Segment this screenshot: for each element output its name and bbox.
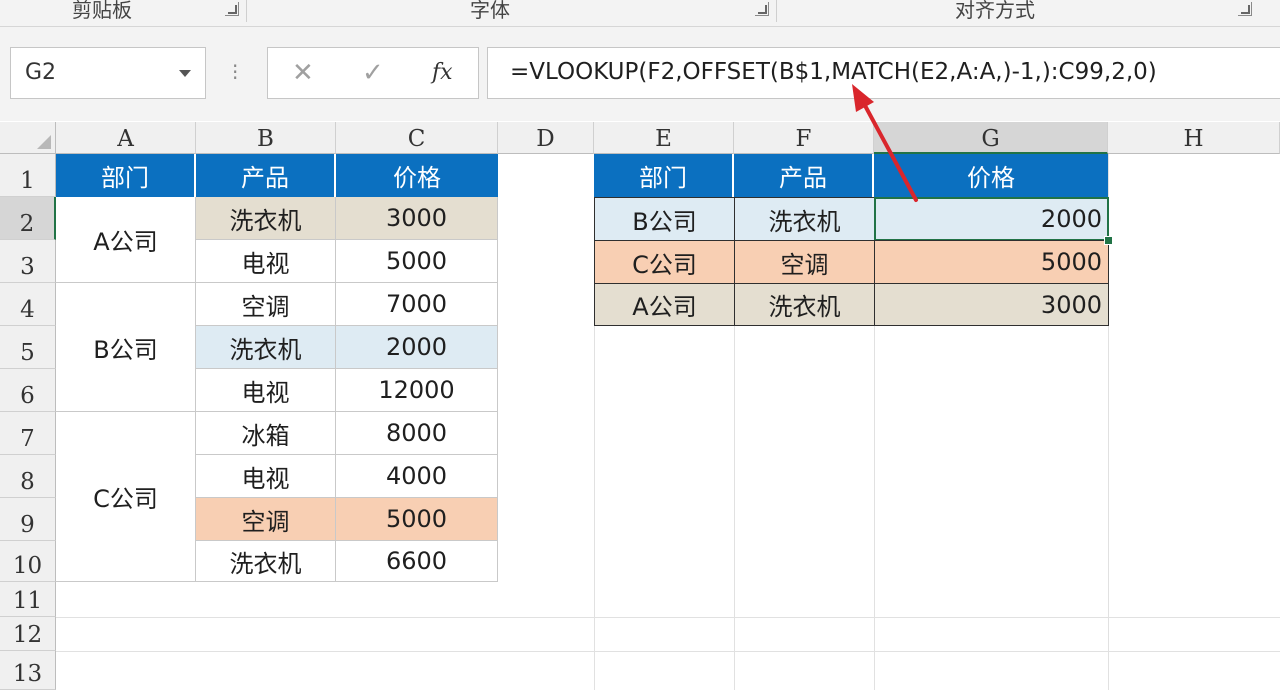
gridline	[56, 651, 1280, 652]
table2-dept[interactable]: A公司	[594, 283, 735, 326]
table1-price[interactable]: 3000	[336, 197, 498, 240]
row-header-label: 10	[12, 553, 43, 579]
table1-price[interactable]: 7000	[336, 283, 498, 326]
row-header-label: 13	[12, 661, 43, 687]
table1-header-dept[interactable]: 部门	[56, 154, 194, 197]
row-header-label: 1	[20, 168, 35, 194]
table2-header-product[interactable]: 产品	[734, 154, 872, 197]
table1-product[interactable]: 洗衣机	[196, 541, 336, 582]
table1-product[interactable]: 空调	[196, 498, 336, 541]
row-header-11[interactable]: 11	[0, 582, 56, 617]
chevron-down-icon[interactable]	[179, 70, 191, 77]
table1-dept-c[interactable]: C公司	[56, 412, 196, 582]
column-header-b[interactable]: B	[196, 122, 336, 154]
table1-product[interactable]: 电视	[196, 240, 336, 283]
table1-product[interactable]: 电视	[196, 369, 336, 412]
table2-product[interactable]: 洗衣机	[734, 283, 875, 326]
table1-price[interactable]: 5000	[336, 240, 498, 283]
table1-product[interactable]: 洗衣机	[196, 197, 336, 240]
ribbon: 剪贴板 字体 对齐方式	[0, 0, 1280, 27]
table1-header-price[interactable]: 价格	[336, 154, 498, 197]
column-header-d[interactable]: D	[498, 122, 594, 154]
table1-price[interactable]: 12000	[336, 369, 498, 412]
column-header-c[interactable]: C	[336, 122, 498, 154]
enter-icon[interactable]: ✓	[362, 58, 384, 88]
row-header-label: 12	[12, 622, 43, 648]
column-header-a[interactable]: A	[56, 122, 196, 154]
ribbon-group-alignment-label: 对齐方式	[955, 0, 1035, 22]
formula-bar-area: G2 · · · ✕ ✓ fx =VLOOKUP(F2,OFFSET(B$1,MAT…	[0, 27, 1280, 121]
row-header-6[interactable]: 6	[0, 369, 56, 412]
formula-text: =VLOOKUP(F2,OFFSET(B$1,MATCH(E2,A:A,)-1,…	[510, 59, 1157, 85]
row-header-label: 9	[20, 512, 35, 538]
row-header-13[interactable]: 13	[0, 651, 56, 690]
table2-header-dept[interactable]: 部门	[594, 154, 732, 197]
row-header-label: 8	[20, 469, 35, 495]
table1-product[interactable]: 洗衣机	[196, 326, 336, 369]
more-options-icon[interactable]: · · ·	[232, 56, 238, 88]
row-header-9[interactable]: 9	[0, 498, 56, 541]
table2-product[interactable]: 空调	[734, 240, 875, 284]
clipboard-dialog-launcher-icon[interactable]	[225, 2, 239, 16]
table1-header-product[interactable]: 产品	[196, 154, 334, 197]
gridline	[874, 326, 875, 690]
table1-price[interactable]: 4000	[336, 455, 498, 498]
select-all-button[interactable]	[0, 122, 56, 154]
table1-product[interactable]: 空调	[196, 283, 336, 326]
row-header-label: 6	[20, 383, 35, 409]
table2-product[interactable]: 洗衣机	[734, 197, 875, 241]
table2-header-price[interactable]: 价格	[874, 154, 1108, 197]
name-box[interactable]: G2	[10, 47, 206, 99]
table2-price[interactable]: 3000	[874, 283, 1109, 326]
gridline	[56, 617, 1280, 618]
row-header-4[interactable]: 4	[0, 283, 56, 326]
row-header-3[interactable]: 3	[0, 240, 56, 283]
insert-function-icon[interactable]: fx	[432, 60, 453, 85]
ribbon-group-font-label: 字体	[470, 0, 510, 22]
gridline	[594, 326, 595, 690]
table1-price[interactable]: 2000	[336, 326, 498, 369]
name-box-value: G2	[25, 60, 57, 85]
alignment-dialog-launcher-icon[interactable]	[1238, 2, 1252, 16]
table2-price[interactable]: 5000	[874, 240, 1109, 284]
ribbon-separator	[246, 0, 247, 22]
table1-product[interactable]: 电视	[196, 455, 336, 498]
formula-input[interactable]: =VLOOKUP(F2,OFFSET(B$1,MATCH(E2,A:A,)-1,…	[487, 47, 1280, 99]
column-header-g[interactable]: G	[874, 122, 1108, 154]
gridline	[734, 326, 735, 690]
row-header-7[interactable]: 7	[0, 412, 56, 455]
cancel-icon[interactable]: ✕	[292, 58, 314, 88]
row-header-label: 2	[19, 211, 35, 237]
row-header-2[interactable]: 2	[0, 197, 56, 240]
worksheet-grid[interactable]: A B C D E F G H 1 2 3 4 5 6 7 8 9 10 11 …	[0, 122, 1280, 690]
ribbon-group-clipboard-label: 剪贴板	[72, 0, 132, 22]
row-header-8[interactable]: 8	[0, 455, 56, 498]
table2-dept[interactable]: B公司	[594, 197, 735, 241]
row-header-label: 3	[20, 254, 35, 280]
table1-product[interactable]: 冰箱	[196, 412, 336, 455]
column-header-h[interactable]: H	[1108, 122, 1280, 154]
table1-dept-a[interactable]: A公司	[56, 197, 196, 283]
table1-price[interactable]: 5000	[336, 498, 498, 541]
row-header-5[interactable]: 5	[0, 326, 56, 369]
row-header-10[interactable]: 10	[0, 541, 56, 582]
font-dialog-launcher-icon[interactable]	[755, 2, 769, 16]
fill-handle[interactable]	[1104, 236, 1113, 245]
table2-dept[interactable]: C公司	[594, 240, 735, 284]
table1-price[interactable]: 8000	[336, 412, 498, 455]
row-header-label: 5	[20, 340, 35, 366]
row-header-12[interactable]: 12	[0, 617, 56, 651]
ribbon-separator	[776, 0, 777, 22]
table2-price-selected-cell[interactable]: 2000	[874, 197, 1109, 241]
table1-dept-b[interactable]: B公司	[56, 283, 196, 412]
row-header-label: 4	[20, 297, 35, 323]
table1-price[interactable]: 6600	[336, 541, 498, 582]
row-header-1[interactable]: 1	[0, 154, 56, 197]
row-header-label: 7	[20, 426, 35, 452]
column-header-e[interactable]: E	[594, 122, 734, 154]
formula-buttons: ✕ ✓ fx	[267, 47, 479, 99]
column-header-f[interactable]: F	[734, 122, 874, 154]
row-header-label: 11	[12, 588, 43, 614]
